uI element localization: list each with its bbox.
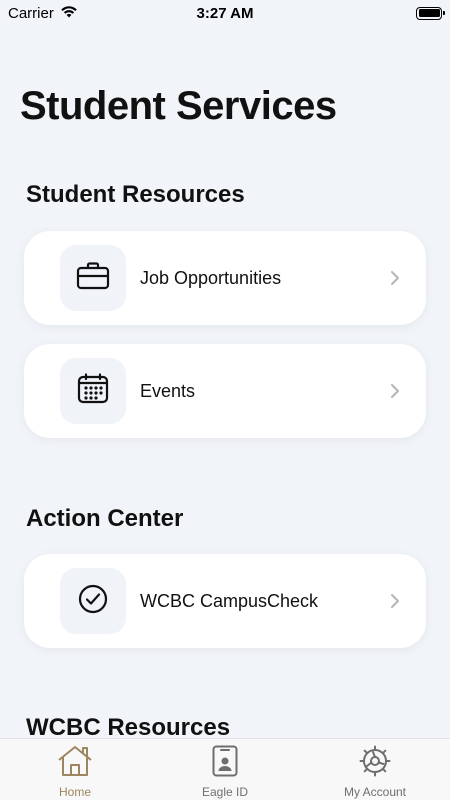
tab-eagle-id[interactable]: Eagle ID (150, 739, 300, 799)
page-title: Student Services (20, 84, 337, 128)
chevron-right-icon (380, 270, 410, 286)
tab-home[interactable]: Home (0, 739, 150, 799)
checkmark-circle-icon (78, 584, 108, 619)
id-card-icon (212, 745, 238, 782)
gear-icon (359, 745, 391, 782)
tab-label: My Account (343, 785, 407, 799)
card-label: Job Opportunities (140, 267, 282, 288)
events-card[interactable]: Events (24, 344, 426, 438)
home-icon (57, 745, 93, 782)
card-label: WCBC CampusCheck (140, 590, 319, 611)
card-label: Events (140, 380, 196, 401)
tab-my-account[interactable]: My Account (300, 739, 450, 799)
tab-bar: Home Eagle ID My Account (0, 738, 450, 800)
tab-label: Eagle ID (201, 785, 249, 799)
tab-label: Home (58, 785, 91, 799)
status-left: Carrier (8, 5, 78, 22)
briefcase-icon (76, 261, 110, 296)
card-icon-container (60, 568, 126, 634)
section-title-action-center: Action Center (26, 505, 184, 532)
calendar-icon (77, 372, 109, 410)
card-icon-container (60, 358, 126, 424)
chevron-right-icon (380, 593, 410, 609)
battery-icon (416, 6, 445, 20)
status-bar: Carrier 3:27 AM (0, 0, 450, 26)
chevron-right-icon (380, 383, 410, 399)
card-icon-container (60, 245, 126, 311)
wifi-icon (60, 5, 78, 22)
campuscheck-card[interactable]: WCBC CampusCheck (24, 554, 426, 648)
section-title-student-resources: Student Resources (26, 181, 245, 208)
job-opportunities-card[interactable]: Job Opportunities (24, 231, 426, 325)
carrier-label: Carrier (8, 4, 54, 22)
